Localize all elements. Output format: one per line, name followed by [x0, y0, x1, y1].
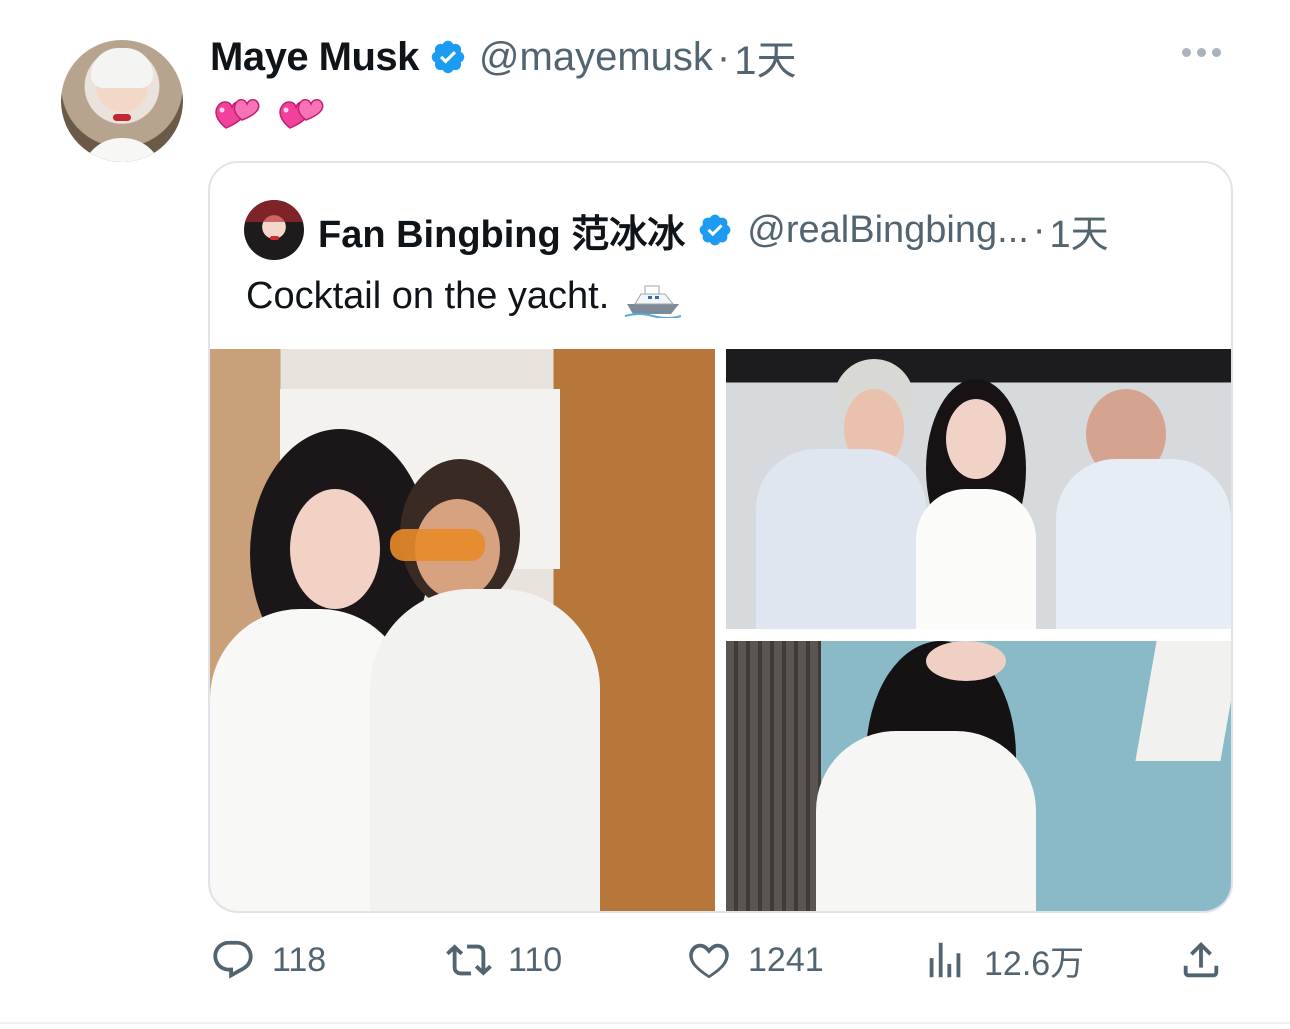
heart-pair-emoji-icon	[215, 99, 260, 129]
separator-dot: ·	[1032, 208, 1046, 251]
quoted-author-avatar[interactable]	[244, 200, 304, 260]
photo-2[interactable]	[726, 349, 1231, 629]
reply-icon	[213, 940, 253, 979]
action-bar: 118 110 1241 12.6万	[0, 930, 1290, 990]
media-grid	[210, 349, 1231, 911]
views-icon	[929, 942, 961, 978]
repost-icon	[446, 944, 492, 976]
tweet-header: Maye Musk @mayemusk · 1天	[210, 30, 796, 84]
share-icon	[1183, 941, 1219, 978]
divider	[0, 1022, 1290, 1024]
share-button[interactable]	[1178, 930, 1240, 990]
quoted-tweet-header: Fan Bingbing 范冰冰 @realBingbing... · 1天	[244, 200, 1109, 260]
like-count: 1241	[748, 940, 824, 979]
like-button[interactable]: 1241	[686, 930, 824, 990]
quoted-author-name[interactable]: Fan Bingbing 范冰冰	[318, 203, 685, 258]
verified-badge-icon	[697, 212, 733, 248]
quoted-tweet[interactable]: Fan Bingbing 范冰冰 @realBingbing... · 1天 C…	[208, 161, 1233, 913]
quoted-author-handle[interactable]: @realBingbing...	[747, 209, 1029, 252]
separator-dot: ·	[716, 34, 731, 79]
verified-badge-icon	[429, 38, 467, 76]
views-button[interactable]: 12.6万	[922, 930, 1084, 990]
more-options-icon[interactable]	[1182, 48, 1221, 57]
author-handle[interactable]: @mayemusk	[479, 35, 713, 80]
tweet[interactable]: Maye Musk @mayemusk · 1天 Fan Bingbing 范冰…	[0, 0, 1290, 1029]
heart-pair-emoji-icon	[279, 99, 324, 129]
quoted-tweet-text-content: Cocktail on the yacht.	[246, 275, 610, 317]
quoted-post-time[interactable]: 1天	[1049, 203, 1108, 258]
photo-1[interactable]	[210, 349, 715, 911]
post-time[interactable]: 1天	[734, 28, 796, 86]
repost-count: 110	[508, 940, 563, 979]
reply-button[interactable]: 118	[210, 930, 326, 990]
reply-count: 118	[272, 940, 327, 979]
author-avatar[interactable]	[61, 40, 183, 162]
ship-emoji-icon	[625, 285, 682, 318]
quoted-tweet-text: Cocktail on the yacht.	[246, 275, 683, 318]
heart-icon	[689, 943, 729, 979]
views-count: 12.6万	[984, 944, 1085, 983]
author-name[interactable]: Maye Musk	[210, 35, 419, 80]
tweet-text	[212, 88, 326, 138]
photo-3[interactable]	[726, 641, 1231, 911]
repost-button[interactable]: 110	[446, 930, 562, 990]
